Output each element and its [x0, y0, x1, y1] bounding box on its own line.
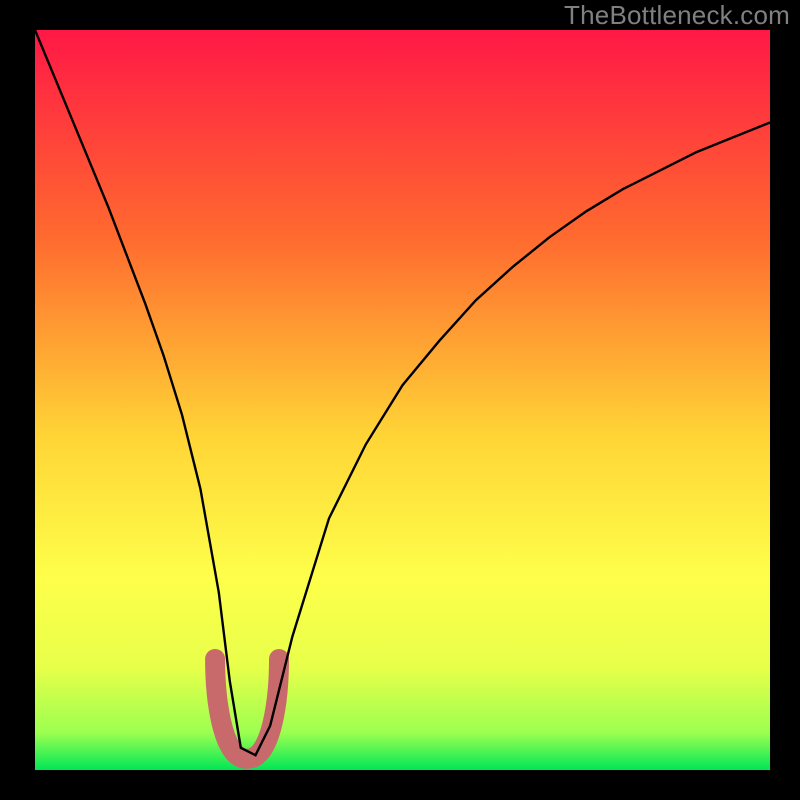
plot-area [35, 30, 770, 770]
watermark-text: TheBottleneck.com [564, 0, 790, 31]
chart-svg [0, 0, 800, 800]
chart-frame: { "watermark": "TheBottleneck.com", "col… [0, 0, 800, 800]
